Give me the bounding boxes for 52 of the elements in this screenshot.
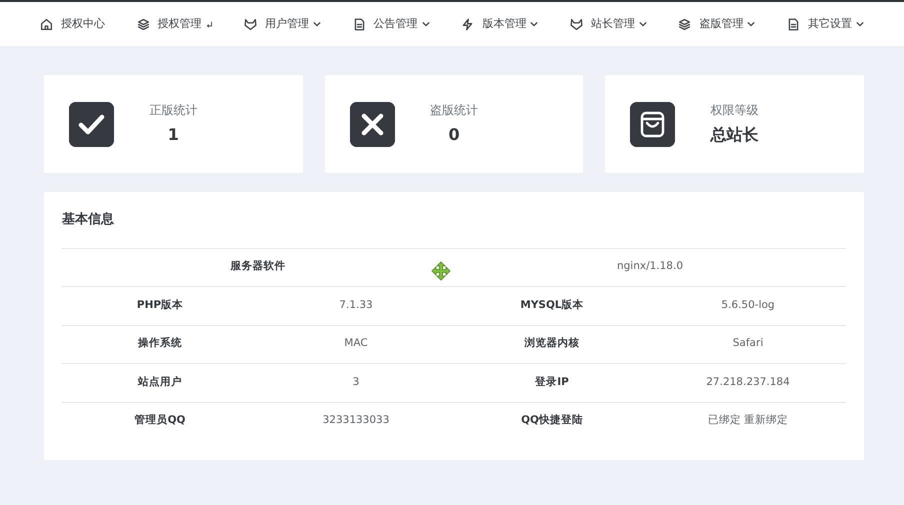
stat-value: 1 (168, 124, 179, 146)
stat-label: 正版统计 (149, 102, 198, 119)
fox-head-icon (570, 18, 583, 30)
info-label: 操作系统 (138, 336, 182, 352)
section-title: 基本信息 (62, 211, 115, 229)
chevron-down-icon (313, 20, 322, 28)
check-icon (69, 102, 114, 146)
nav-menu-item[interactable]: 盗版管理 (678, 16, 756, 32)
nav-menu-item[interactable]: 公告管理 (352, 16, 430, 32)
info-label: 管理员QQ (134, 413, 186, 428)
chevron-down-icon (530, 20, 538, 28)
document-icon (786, 18, 800, 30)
chevron-down-icon (638, 20, 647, 28)
info-value: nginx/1.18.0 (616, 259, 684, 274)
chevron-down-icon (856, 20, 864, 28)
return-arrow-icon (206, 20, 213, 28)
stat-value: 0 (448, 124, 460, 146)
nav-menu-item[interactable]: 用户管理 (244, 16, 322, 32)
nav-menu-item[interactable]: 其它设置 (786, 16, 864, 32)
chevron-down-icon (422, 20, 430, 28)
nav-menu-item[interactable]: 站长管理 (570, 16, 647, 32)
info-value: 27.218.237.184 (706, 374, 790, 390)
stat-label: 权限等级 (710, 102, 759, 119)
info-label: 浏览器内核 (524, 336, 580, 352)
shopping-bag-icon (630, 102, 676, 146)
info-label: 站点用户 (138, 374, 182, 390)
fox-head-icon (244, 18, 258, 30)
nav-menu-item[interactable]: 授权中心 (40, 16, 105, 32)
info-value: Safari (732, 336, 764, 352)
info-label: PHP版本 (136, 298, 184, 313)
chevron-down-icon (747, 20, 756, 28)
info-value: 5.6.50-log (721, 298, 775, 313)
document-icon (352, 18, 366, 30)
info-label: QQ快捷登陆 (521, 413, 583, 428)
stat-value: 总站长 (710, 124, 759, 146)
move-cursor-icon (431, 260, 451, 280)
info-value: 7.1.33 (339, 298, 373, 313)
info-value: MAC (344, 336, 368, 352)
info-value: 3 (352, 374, 360, 390)
nav-menu-item[interactable]: 版本管理 (461, 16, 538, 32)
info-value: 3233133033 (322, 413, 390, 428)
info-label: 服务器软件 (230, 259, 286, 274)
info-value: 已绑定 重新绑定 (708, 413, 788, 428)
stat-label: 盗版统计 (430, 102, 478, 119)
info-label: 登录IP (535, 374, 569, 390)
layers-icon (678, 18, 692, 30)
home-icon (40, 18, 53, 30)
lightning-icon (461, 18, 474, 30)
info-label: MYSQL版本 (520, 298, 584, 313)
nav-menu-item[interactable]: 授权管理 (136, 16, 213, 32)
close-icon (350, 102, 395, 146)
layers-icon (136, 18, 150, 30)
